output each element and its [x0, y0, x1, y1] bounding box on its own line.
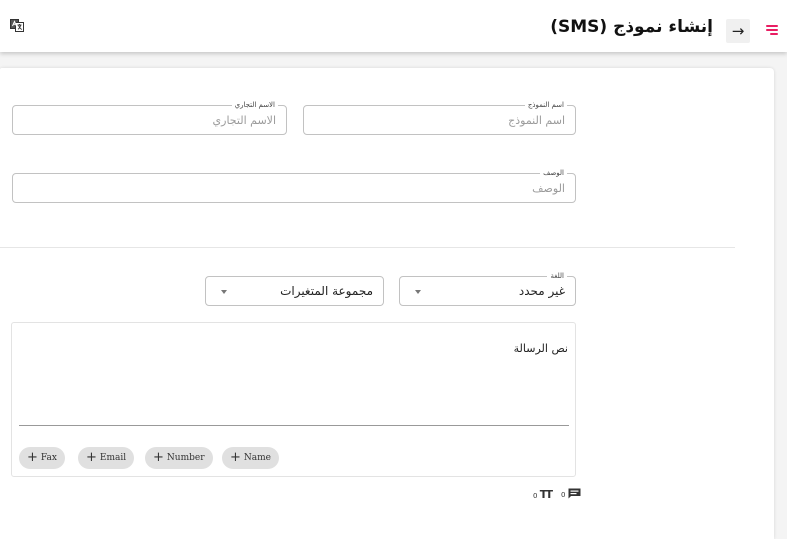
- message-underline: [19, 425, 569, 426]
- message-placeholder: نص الرسالة: [513, 342, 568, 355]
- chevron-down-icon: [221, 290, 227, 294]
- plus-icon: +: [27, 450, 38, 465]
- section-divider: [0, 247, 735, 248]
- language-select[interactable]: اللغة غير محدد: [399, 271, 576, 306]
- description-label: الوصف: [540, 168, 567, 178]
- message-editor[interactable]: نص الرسالة + Name + Number + Email + Fax: [11, 322, 576, 477]
- back-button[interactable]: →: [726, 19, 750, 43]
- insert-name-chip[interactable]: + Name: [222, 447, 280, 469]
- message-icon: [568, 488, 581, 499]
- chip-label: Email: [99, 453, 127, 463]
- insert-number-chip[interactable]: + Number: [145, 447, 213, 469]
- template-name-placeholder: اسم النموذج: [508, 114, 565, 127]
- chevron-down-icon: [415, 290, 421, 294]
- character-count: 0 TT: [533, 488, 553, 501]
- message-count-value: 0: [561, 491, 566, 499]
- character-count-value: 0: [533, 492, 538, 500]
- translate-icon[interactable]: [10, 19, 24, 32]
- trade-name-placeholder: الاسم التجاري: [212, 114, 276, 127]
- description-placeholder: الوصف: [532, 182, 565, 195]
- text-size-icon: TT: [539, 488, 553, 501]
- variable-group-select[interactable]: مجموعة المتغيرات: [205, 276, 384, 306]
- form-card: اسم النموذج اسم النموذج الاسم التجاري ال…: [0, 68, 774, 539]
- menu-icon[interactable]: [766, 25, 778, 35]
- plus-icon: +: [153, 450, 164, 465]
- variable-group-value: مجموعة المتغيرات: [280, 284, 373, 298]
- insert-email-chip[interactable]: + Email: [78, 447, 135, 469]
- template-name-label: اسم النموذج: [524, 100, 567, 110]
- top-bar: → إنشاء نموذج (SMS): [0, 0, 787, 52]
- chip-label: Name: [243, 453, 272, 463]
- description-field[interactable]: الوصف الوصف: [12, 168, 576, 203]
- trade-name-label: الاسم التجاري: [231, 100, 278, 110]
- page-title: إنشاء نموذج (SMS): [550, 17, 713, 37]
- language-value: غير محدد: [518, 284, 565, 298]
- arrow-right-icon: →: [731, 22, 745, 40]
- language-label: اللغة: [547, 271, 567, 281]
- chip-label: Fax: [40, 453, 57, 463]
- plus-icon: +: [230, 450, 241, 465]
- insert-fax-chip[interactable]: + Fax: [19, 447, 65, 469]
- chip-label: Number: [166, 453, 205, 463]
- plus-icon: +: [86, 450, 97, 465]
- trade-name-field[interactable]: الاسم التجاري الاسم التجاري: [12, 100, 287, 135]
- template-name-field[interactable]: اسم النموذج اسم النموذج: [303, 100, 576, 135]
- message-count: 0: [561, 488, 581, 500]
